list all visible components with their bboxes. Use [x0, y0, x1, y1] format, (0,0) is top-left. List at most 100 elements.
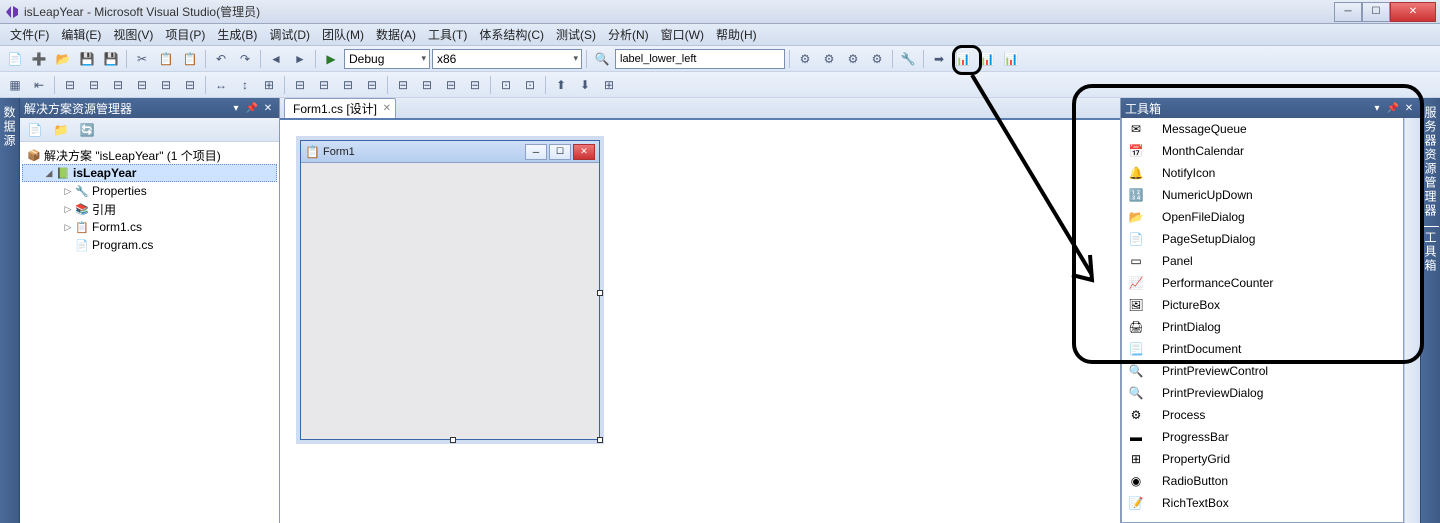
- expander-icon[interactable]: ▷: [62, 222, 74, 233]
- refresh-icon[interactable]: 🔄: [76, 119, 98, 141]
- toolbox-item-richtextbox[interactable]: 📝RichTextBox: [1122, 492, 1403, 514]
- menu-architecture[interactable]: 体系结构(C): [473, 24, 550, 45]
- expander-icon[interactable]: ▷: [62, 186, 74, 197]
- menu-data[interactable]: 数据(A): [370, 24, 422, 45]
- menu-tools[interactable]: 工具(T): [422, 24, 473, 45]
- menu-analyze[interactable]: 分析(N): [602, 24, 655, 45]
- menu-debug[interactable]: 调试(D): [263, 24, 316, 45]
- redo-icon[interactable]: ↷: [234, 48, 256, 70]
- paste-icon[interactable]: 📋: [179, 48, 201, 70]
- toolbox-item-picturebox[interactable]: 🖼PictureBox: [1122, 294, 1403, 316]
- align-icon[interactable]: ⊟: [107, 74, 129, 96]
- align-left-icon[interactable]: ⇤: [28, 74, 50, 96]
- step-icon[interactable]: 📊: [976, 48, 998, 70]
- menu-team[interactable]: 团队(M): [316, 24, 370, 45]
- toolbox-item-monthcalendar[interactable]: 📅MonthCalendar: [1122, 140, 1403, 162]
- spacing-icon[interactable]: ⊟: [337, 74, 359, 96]
- config-dropdown[interactable]: Debug: [344, 49, 430, 69]
- side-tab-datasources[interactable]: 数据源: [0, 98, 20, 523]
- panel-close-icon[interactable]: ✕: [261, 101, 275, 115]
- toolbox-item-progressbar[interactable]: ▬ProgressBar: [1122, 426, 1403, 448]
- menu-window[interactable]: 窗口(W): [655, 24, 710, 45]
- align-icon[interactable]: ⊟: [59, 74, 81, 96]
- cut-icon[interactable]: ✂: [131, 48, 153, 70]
- program-node[interactable]: 📄 Program.cs: [22, 236, 277, 254]
- solution-node[interactable]: 📦 解决方案 "isLeapYear" (1 个项目): [22, 146, 277, 164]
- spacing-icon[interactable]: ⊟: [313, 74, 335, 96]
- size-icon[interactable]: ↔: [210, 74, 232, 96]
- toolbox-list[interactable]: ✉MessageQueue📅MonthCalendar🔔NotifyIcon🔢N…: [1121, 118, 1404, 523]
- spacing-icon[interactable]: ⊟: [361, 74, 383, 96]
- toolbox-item-printdocument[interactable]: 📃PrintDocument: [1122, 338, 1403, 360]
- order-icon[interactable]: ⬆: [550, 74, 572, 96]
- nav-forward-icon[interactable]: ►: [289, 48, 311, 70]
- window-maximize-button[interactable]: ☐: [1362, 2, 1390, 22]
- panel-dropdown-icon[interactable]: ▾: [1370, 101, 1384, 115]
- copy-icon[interactable]: 📋: [155, 48, 177, 70]
- spacing-icon[interactable]: ⊟: [464, 74, 486, 96]
- window-minimize-button[interactable]: ─: [1334, 2, 1362, 22]
- extension-icon[interactable]: ⚙: [818, 48, 840, 70]
- size-icon[interactable]: ⊞: [258, 74, 280, 96]
- toolbox-item-printpreviewdialog[interactable]: 🔍PrintPreviewDialog: [1122, 382, 1403, 404]
- toolbox-icon[interactable]: 🔧: [897, 48, 919, 70]
- window-close-button[interactable]: ✕: [1390, 2, 1436, 22]
- align-icon[interactable]: ⊟: [83, 74, 105, 96]
- show-all-icon[interactable]: 📁: [50, 119, 72, 141]
- step-icon[interactable]: ➡: [928, 48, 950, 70]
- panel-pin-icon[interactable]: 📌: [1386, 101, 1400, 115]
- find-in-files-icon[interactable]: 🔍: [591, 48, 613, 70]
- toolbox-item-process[interactable]: ⚙Process: [1122, 404, 1403, 426]
- form-designer[interactable]: 📋 Form1 ─ ☐ ✕: [300, 140, 600, 440]
- document-tab-form1[interactable]: Form1.cs [设计] ✕: [284, 98, 396, 118]
- menu-project[interactable]: 项目(P): [159, 24, 211, 45]
- open-file-icon[interactable]: 📂: [52, 48, 74, 70]
- align-icon[interactable]: ⊟: [179, 74, 201, 96]
- save-icon[interactable]: 💾: [76, 48, 98, 70]
- toolbox-item-messagequeue[interactable]: ✉MessageQueue: [1122, 118, 1403, 140]
- menu-test[interactable]: 测试(S): [550, 24, 602, 45]
- toolbox-item-printdialog[interactable]: 🖨PrintDialog: [1122, 316, 1403, 338]
- add-item-icon[interactable]: ➕: [28, 48, 50, 70]
- toolbox-item-notifyicon[interactable]: 🔔NotifyIcon: [1122, 162, 1403, 184]
- tab-order-icon[interactable]: ⊞: [598, 74, 620, 96]
- spacing-icon[interactable]: ⊟: [416, 74, 438, 96]
- menu-help[interactable]: 帮助(H): [710, 24, 763, 45]
- properties-node[interactable]: ▷ 🔧 Properties: [22, 182, 277, 200]
- center-icon[interactable]: ⊡: [519, 74, 541, 96]
- project-node[interactable]: ◢ 📗 isLeapYear: [22, 164, 277, 182]
- toolbox-item-printpreviewcontrol[interactable]: 🔍PrintPreviewControl: [1122, 360, 1403, 382]
- save-all-icon[interactable]: 💾: [100, 48, 122, 70]
- menu-file[interactable]: 文件(F): [4, 24, 55, 45]
- find-textbox[interactable]: [615, 49, 785, 69]
- extension-icon[interactable]: ⚙: [866, 48, 888, 70]
- step-icon[interactable]: 📊: [952, 48, 974, 70]
- references-node[interactable]: ▷ 📚 引用: [22, 200, 277, 218]
- center-icon[interactable]: ⊡: [495, 74, 517, 96]
- nav-back-icon[interactable]: ◄: [265, 48, 287, 70]
- expander-icon[interactable]: ▷: [62, 204, 74, 215]
- toolbox-item-openfiledialog[interactable]: 📂OpenFileDialog: [1122, 206, 1403, 228]
- platform-dropdown[interactable]: x86: [432, 49, 582, 69]
- resize-handle[interactable]: [597, 437, 603, 443]
- design-surface[interactable]: 📋 Form1 ─ ☐ ✕: [280, 120, 1120, 523]
- resize-handle[interactable]: [450, 437, 456, 443]
- new-project-icon[interactable]: 📄: [4, 48, 26, 70]
- align-icon[interactable]: ⊟: [155, 74, 177, 96]
- toolbox-scrollbar[interactable]: [1404, 118, 1420, 523]
- menu-view[interactable]: 视图(V): [107, 24, 159, 45]
- panel-close-icon[interactable]: ✕: [1402, 101, 1416, 115]
- grid-icon[interactable]: ▦: [4, 74, 26, 96]
- order-icon[interactable]: ⬇: [574, 74, 596, 96]
- panel-pin-icon[interactable]: 📌: [245, 101, 259, 115]
- align-icon[interactable]: ⊟: [131, 74, 153, 96]
- toolbox-item-pagesetupdialog[interactable]: 📄PageSetupDialog: [1122, 228, 1403, 250]
- form1-node[interactable]: ▷ 📋 Form1.cs: [22, 218, 277, 236]
- spacing-icon[interactable]: ⊟: [392, 74, 414, 96]
- extension-icon[interactable]: ⚙: [842, 48, 864, 70]
- size-icon[interactable]: ↕: [234, 74, 256, 96]
- toolbox-item-radiobutton[interactable]: ◉RadioButton: [1122, 470, 1403, 492]
- toolbox-item-propertygrid[interactable]: ⊞PropertyGrid: [1122, 448, 1403, 470]
- tab-close-icon[interactable]: ✕: [383, 103, 391, 114]
- panel-dropdown-icon[interactable]: ▾: [229, 101, 243, 115]
